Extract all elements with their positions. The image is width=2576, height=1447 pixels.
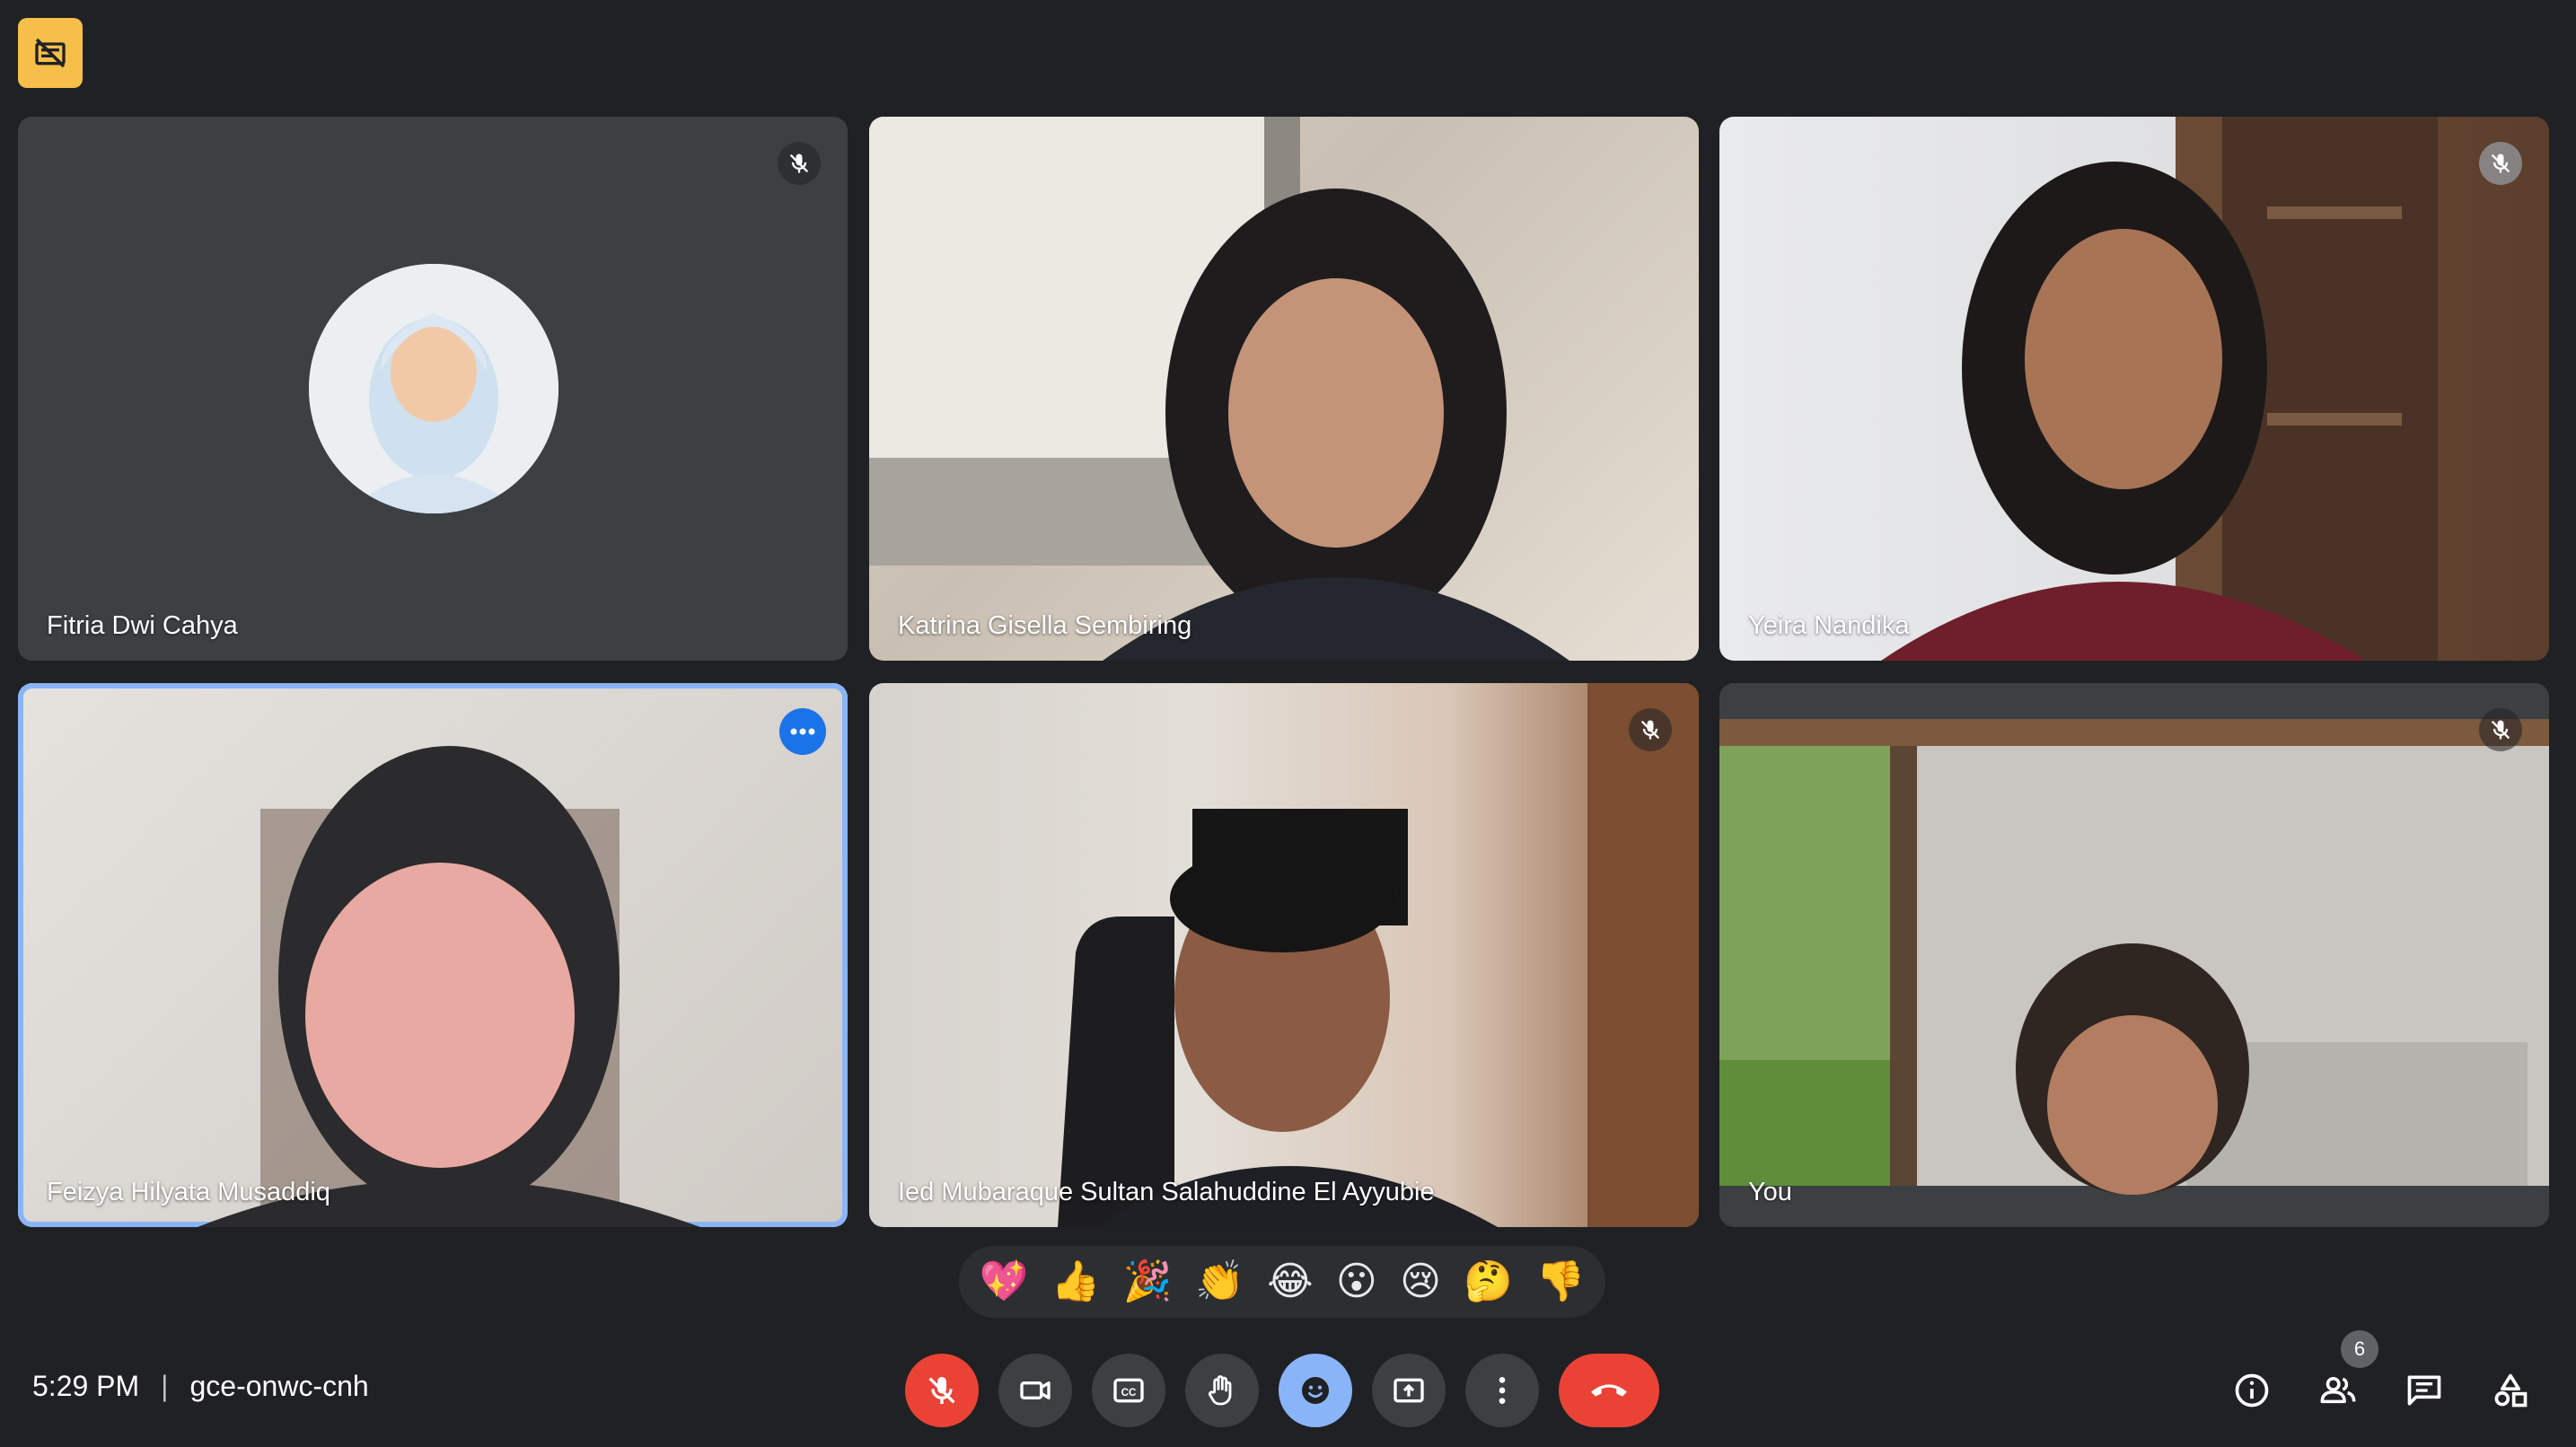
- activities-icon: [2494, 1373, 2528, 1408]
- participant-tile[interactable]: Fitria Dwi Cahya: [18, 117, 848, 661]
- leave-call-button[interactable]: [1559, 1354, 1659, 1427]
- participant-tile[interactable]: Yeira Nandika: [1719, 117, 2549, 661]
- video-feed: [198, 746, 700, 1227]
- participant-tile[interactable]: Ied Mubaraque Sultan Salahuddine El Ayyu…: [869, 683, 1699, 1227]
- closed-captions-icon: CC: [1113, 1378, 1144, 1403]
- reaction-surprised[interactable]: 😮: [1336, 1262, 1377, 1302]
- no-camera-icon: [35, 38, 66, 68]
- raise-hand-icon: [1209, 1375, 1232, 1406]
- separator: |: [161, 1370, 169, 1402]
- video-feed: [1719, 719, 2549, 1195]
- mic-toggle-button[interactable]: [905, 1354, 979, 1427]
- chat-button[interactable]: [2396, 1363, 2452, 1418]
- camera-toggle-button[interactable]: [998, 1354, 1072, 1427]
- mic-off-icon: [2491, 720, 2510, 740]
- leave-call-icon: [1591, 1384, 1627, 1397]
- activities-button[interactable]: [2483, 1363, 2538, 1418]
- present-screen-icon: [1394, 1378, 1424, 1403]
- participant-name: Feizya Hilyata Musaddiq: [47, 1178, 330, 1206]
- chat-icon: [2407, 1375, 2441, 1406]
- camera-icon: [1020, 1381, 1051, 1399]
- mic-muted-indicator: [1629, 708, 1672, 751]
- reaction-clapping[interactable]: 👏: [1195, 1262, 1244, 1302]
- participant-name: You: [1748, 1178, 1792, 1206]
- more-options-icon: [1499, 1377, 1506, 1404]
- mic-off-icon: [928, 1377, 955, 1404]
- people-icon: [2320, 1376, 2356, 1404]
- meeting-code[interactable]: gce-onwc-cnh: [189, 1370, 368, 1403]
- reaction-thinking[interactable]: 🤔: [1464, 1262, 1513, 1302]
- more-options-button[interactable]: [1465, 1354, 1539, 1427]
- reaction-laughing[interactable]: 😂: [1267, 1262, 1313, 1302]
- reaction-sparkling-heart[interactable]: 💖: [980, 1262, 1029, 1302]
- reaction-thumbs-up[interactable]: 👍: [1051, 1262, 1101, 1302]
- participant-tile[interactable]: Katrina Gisella Sembiring: [869, 117, 1699, 661]
- mic-muted-indicator: [2479, 708, 2522, 751]
- more-horizontal-icon: [790, 728, 815, 735]
- emoji-icon: [1302, 1377, 1329, 1404]
- reactions-button[interactable]: [1279, 1354, 1352, 1427]
- mic-off-icon: [789, 153, 809, 173]
- participant-name: Yeira Nandika: [1748, 611, 1910, 640]
- participant-name: Fitria Dwi Cahya: [47, 611, 238, 640]
- avatar: [309, 264, 558, 513]
- participant-name: Katrina Gisella Sembiring: [898, 611, 1192, 640]
- more-options-button[interactable]: [779, 708, 826, 755]
- reactions-bar: 💖 👍 🎉 👏 😂 😮 😢 🤔 👎: [959, 1246, 1605, 1318]
- meeting-details-button[interactable]: [2224, 1363, 2280, 1418]
- info-icon: [2235, 1373, 2269, 1408]
- video-feed: [869, 117, 1569, 661]
- svg-text:CC: CC: [1121, 1387, 1137, 1399]
- video-feed: [1058, 683, 1699, 1227]
- raise-hand-button[interactable]: [1185, 1354, 1259, 1427]
- mic-muted-indicator: [778, 142, 821, 185]
- mic-off-icon: [2491, 153, 2510, 173]
- participant-tile-active[interactable]: Feizya Hilyata Musaddiq: [18, 683, 848, 1227]
- video-feed: [1881, 117, 2438, 661]
- reaction-party-popper[interactable]: 🎉: [1123, 1262, 1173, 1302]
- participant-name: Ied Mubaraque Sultan Salahuddine El Ayyu…: [898, 1178, 1435, 1206]
- mic-muted-indicator: [2479, 142, 2522, 185]
- reaction-thumbs-down[interactable]: 👎: [1535, 1262, 1585, 1302]
- camera-off-badge[interactable]: [18, 18, 83, 88]
- meeting-time: 5:29 PM: [32, 1370, 140, 1402]
- captions-button[interactable]: CC: [1092, 1354, 1165, 1427]
- reaction-crying[interactable]: 😢: [1400, 1262, 1441, 1302]
- participant-tile-self[interactable]: You: [1719, 683, 2549, 1227]
- present-screen-button[interactable]: [1372, 1354, 1446, 1427]
- people-button[interactable]: [2310, 1363, 2366, 1418]
- mic-off-icon: [1640, 720, 1660, 740]
- meeting-info: 5:29 PM | gce-onwc-cnh: [32, 1370, 369, 1403]
